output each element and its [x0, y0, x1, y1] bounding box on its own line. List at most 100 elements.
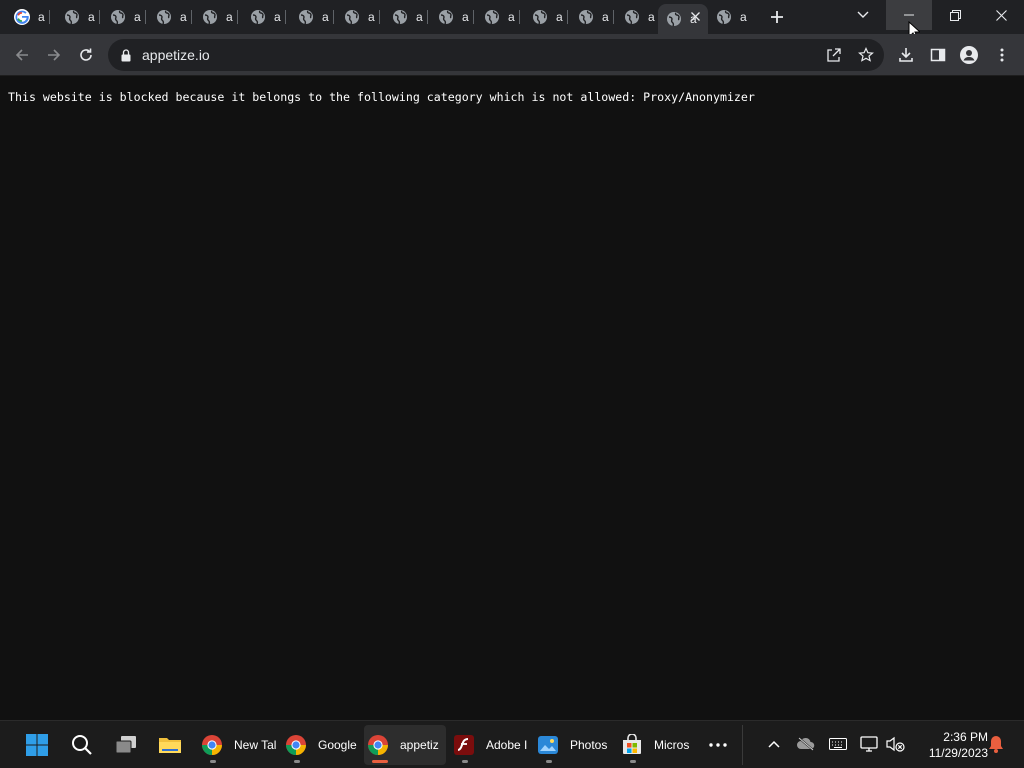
- globe-icon: [202, 9, 218, 25]
- lock-icon[interactable]: [119, 47, 133, 63]
- globe-icon: [532, 9, 548, 25]
- taskbar-app-button[interactable]: appetiz: [364, 725, 446, 765]
- touch-keyboard-tray[interactable]: [827, 733, 849, 755]
- browser-tab[interactable]: a: [708, 4, 752, 30]
- close-tab-icon[interactable]: [688, 9, 702, 23]
- tab-title: a: [274, 10, 281, 24]
- side-panel-button[interactable]: [927, 44, 949, 66]
- chrome-icon: [284, 733, 308, 757]
- show-hidden-icons-button[interactable]: [763, 733, 785, 755]
- downloads-button[interactable]: [895, 44, 917, 66]
- taskbar-app-label: appetiz: [400, 738, 439, 752]
- tab-title: a: [648, 10, 655, 24]
- close-window-button[interactable]: [978, 0, 1024, 30]
- volume-tray[interactable]: [884, 733, 906, 755]
- tab-title: a: [134, 10, 141, 24]
- globe-icon: [344, 9, 360, 25]
- network-tray[interactable]: [858, 733, 880, 755]
- taskbar-app-button[interactable]: Adobe I: [450, 725, 530, 765]
- browser-tab[interactable]: a: [430, 4, 474, 30]
- profile-button[interactable]: [958, 44, 980, 66]
- tab-separator: [427, 10, 428, 24]
- browser-tab[interactable]: a: [242, 4, 286, 30]
- tab-title: a: [416, 10, 423, 24]
- url-text[interactable]: appetize.io: [142, 47, 210, 63]
- browser-tab[interactable]: a: [336, 4, 380, 30]
- browser-tab[interactable]: a: [384, 4, 428, 30]
- browser-tab[interactable]: a: [658, 4, 708, 34]
- clock-time: 2:36 PM: [943, 730, 988, 744]
- chevron-up-icon: [768, 740, 780, 748]
- notifications-button[interactable]: [985, 733, 1007, 755]
- onedrive-tray[interactable]: [795, 733, 817, 755]
- taskbar-app-label: Adobe I: [486, 738, 528, 752]
- tab-title: a: [740, 10, 747, 24]
- back-button[interactable]: [8, 41, 36, 69]
- taskbar-app-button[interactable]: New Tal: [198, 725, 280, 765]
- browser-tab[interactable]: a: [616, 4, 660, 30]
- tab-title: a: [38, 10, 45, 24]
- tab-separator: [519, 10, 520, 24]
- task-view-button[interactable]: [110, 729, 142, 761]
- running-indicator: [546, 760, 552, 763]
- taskbar-app-button[interactable]: Google: [282, 725, 362, 765]
- tab-separator: [145, 10, 146, 24]
- running-indicator: [294, 760, 300, 763]
- bell-icon: [989, 736, 1003, 753]
- tab-title: a: [508, 10, 515, 24]
- browser-tab[interactable]: a: [102, 4, 146, 30]
- share-button[interactable]: [824, 45, 844, 65]
- system-clock[interactable]: 2:36 PM 11/29/2023: [912, 729, 988, 761]
- taskbar-app-label: Micros: [654, 738, 690, 752]
- browser-tab[interactable]: a: [476, 4, 520, 30]
- forward-button[interactable]: [40, 41, 68, 69]
- bookmark-button[interactable]: [856, 45, 876, 65]
- taskbar-app-label: New Tal: [234, 738, 277, 752]
- chevron-down-icon: [857, 11, 869, 18]
- restore-button[interactable]: [932, 0, 978, 30]
- globe-icon: [250, 9, 266, 25]
- microsoft-store-icon: [620, 733, 644, 757]
- volume-muted-icon: [886, 736, 905, 752]
- chrome-menu-button[interactable]: [991, 44, 1013, 66]
- start-button[interactable]: [21, 729, 53, 761]
- folder-icon: [159, 738, 181, 753]
- google-g-icon: [14, 9, 30, 25]
- minimize-icon: [904, 14, 914, 16]
- taskbar-app-label: Google: [318, 738, 357, 752]
- tab-separator: [567, 10, 568, 24]
- taskbar-divider: [742, 725, 743, 765]
- address-bar[interactable]: appetize.io: [108, 39, 884, 71]
- taskbar-app-button[interactable]: Photos: [534, 725, 614, 765]
- tab-title: a: [368, 10, 375, 24]
- cloud-offline-icon: [797, 737, 815, 751]
- browser-tab[interactable]: a: [56, 4, 100, 30]
- reload-icon: [80, 48, 92, 61]
- browser-tab[interactable]: a: [570, 4, 614, 30]
- globe-icon: [484, 9, 500, 25]
- file-explorer-button[interactable]: [154, 729, 186, 761]
- share-icon: [827, 48, 841, 62]
- tab-separator: [473, 10, 474, 24]
- close-icon: [995, 9, 1007, 21]
- tab-separator: [237, 10, 238, 24]
- search-button[interactable]: [66, 729, 98, 761]
- browser-tab[interactable]: a: [148, 4, 192, 30]
- reload-button[interactable]: [72, 41, 100, 69]
- taskbar-app-button[interactable]: Micros: [618, 725, 698, 765]
- tab-title: a: [462, 10, 469, 24]
- taskbar-overflow-button[interactable]: [702, 729, 734, 761]
- browser-tab[interactable]: a: [6, 4, 50, 30]
- browser-tab[interactable]: a: [290, 4, 334, 30]
- new-tab-button[interactable]: [766, 6, 788, 28]
- tab-separator: [333, 10, 334, 24]
- browser-tab[interactable]: a: [194, 4, 238, 30]
- profile-avatar-icon: [960, 46, 978, 64]
- download-icon: [899, 48, 913, 62]
- arrow-right-icon: [48, 49, 61, 61]
- plus-icon: [771, 11, 783, 23]
- minimize-button[interactable]: [886, 0, 932, 30]
- tab-search-button[interactable]: [852, 5, 874, 25]
- running-indicator: [210, 760, 216, 763]
- browser-tab[interactable]: a: [524, 4, 568, 30]
